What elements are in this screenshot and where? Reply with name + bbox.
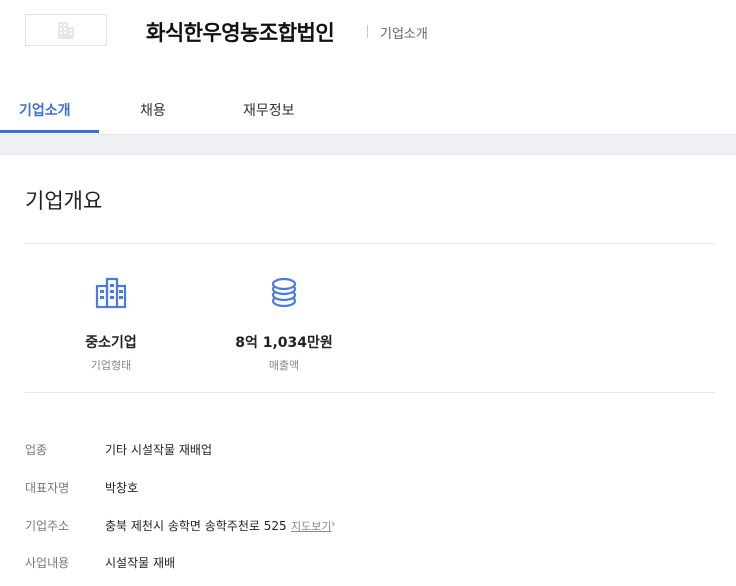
coins-icon	[271, 277, 297, 308]
info-value: 기타 시설작물 재배업	[105, 443, 212, 457]
info-label: 업종	[25, 443, 48, 457]
stat-value: 중소기업	[85, 335, 137, 351]
map-view-link[interactable]: 지도보기	[291, 518, 331, 534]
page-subtitle: 기업소개	[380, 27, 428, 42]
stat-revenue: 8억 1,034만원 매출액	[214, 276, 354, 373]
section-separator	[0, 134, 736, 155]
section-title: 기업개요	[25, 189, 103, 213]
chevron-right-icon: ›	[331, 517, 336, 530]
stat-label: 기업형태	[90, 359, 132, 372]
stat-company-type: 중소기업 기업형태	[41, 276, 181, 373]
company-name: 화식한우영농조합법인	[146, 21, 335, 45]
info-value: 박창호	[105, 481, 139, 495]
info-label: 사업내용	[25, 556, 70, 570]
info-value: 시설작물 재배	[105, 556, 176, 570]
building-icon	[95, 277, 127, 309]
tab-recruitment[interactable]: 채용	[140, 100, 166, 120]
info-value: 충북 제천시 송학면 송학주천로 525	[105, 519, 287, 533]
info-row-address: 기업주소 충북 제천시 송학면 송학주천로 525 지도보기 ›	[25, 517, 385, 537]
title-divider	[367, 25, 368, 38]
tab-bar: 기업소개 채용 재무정보	[0, 86, 736, 134]
stat-value: 8억 1,034만원	[235, 335, 333, 351]
divider	[25, 243, 715, 244]
tab-financial-info[interactable]: 재무정보	[243, 100, 295, 120]
building-icon	[58, 22, 74, 39]
tab-company-info[interactable]: 기업소개	[19, 100, 71, 120]
divider	[25, 392, 715, 393]
company-logo	[25, 14, 107, 46]
info-label: 기업주소	[25, 519, 70, 533]
stat-label: 매출액	[268, 359, 300, 372]
company-header: 화식한우영농조합법인 기업소개	[0, 0, 736, 64]
active-tab-indicator	[0, 130, 99, 133]
info-label: 대표자명	[25, 481, 70, 495]
